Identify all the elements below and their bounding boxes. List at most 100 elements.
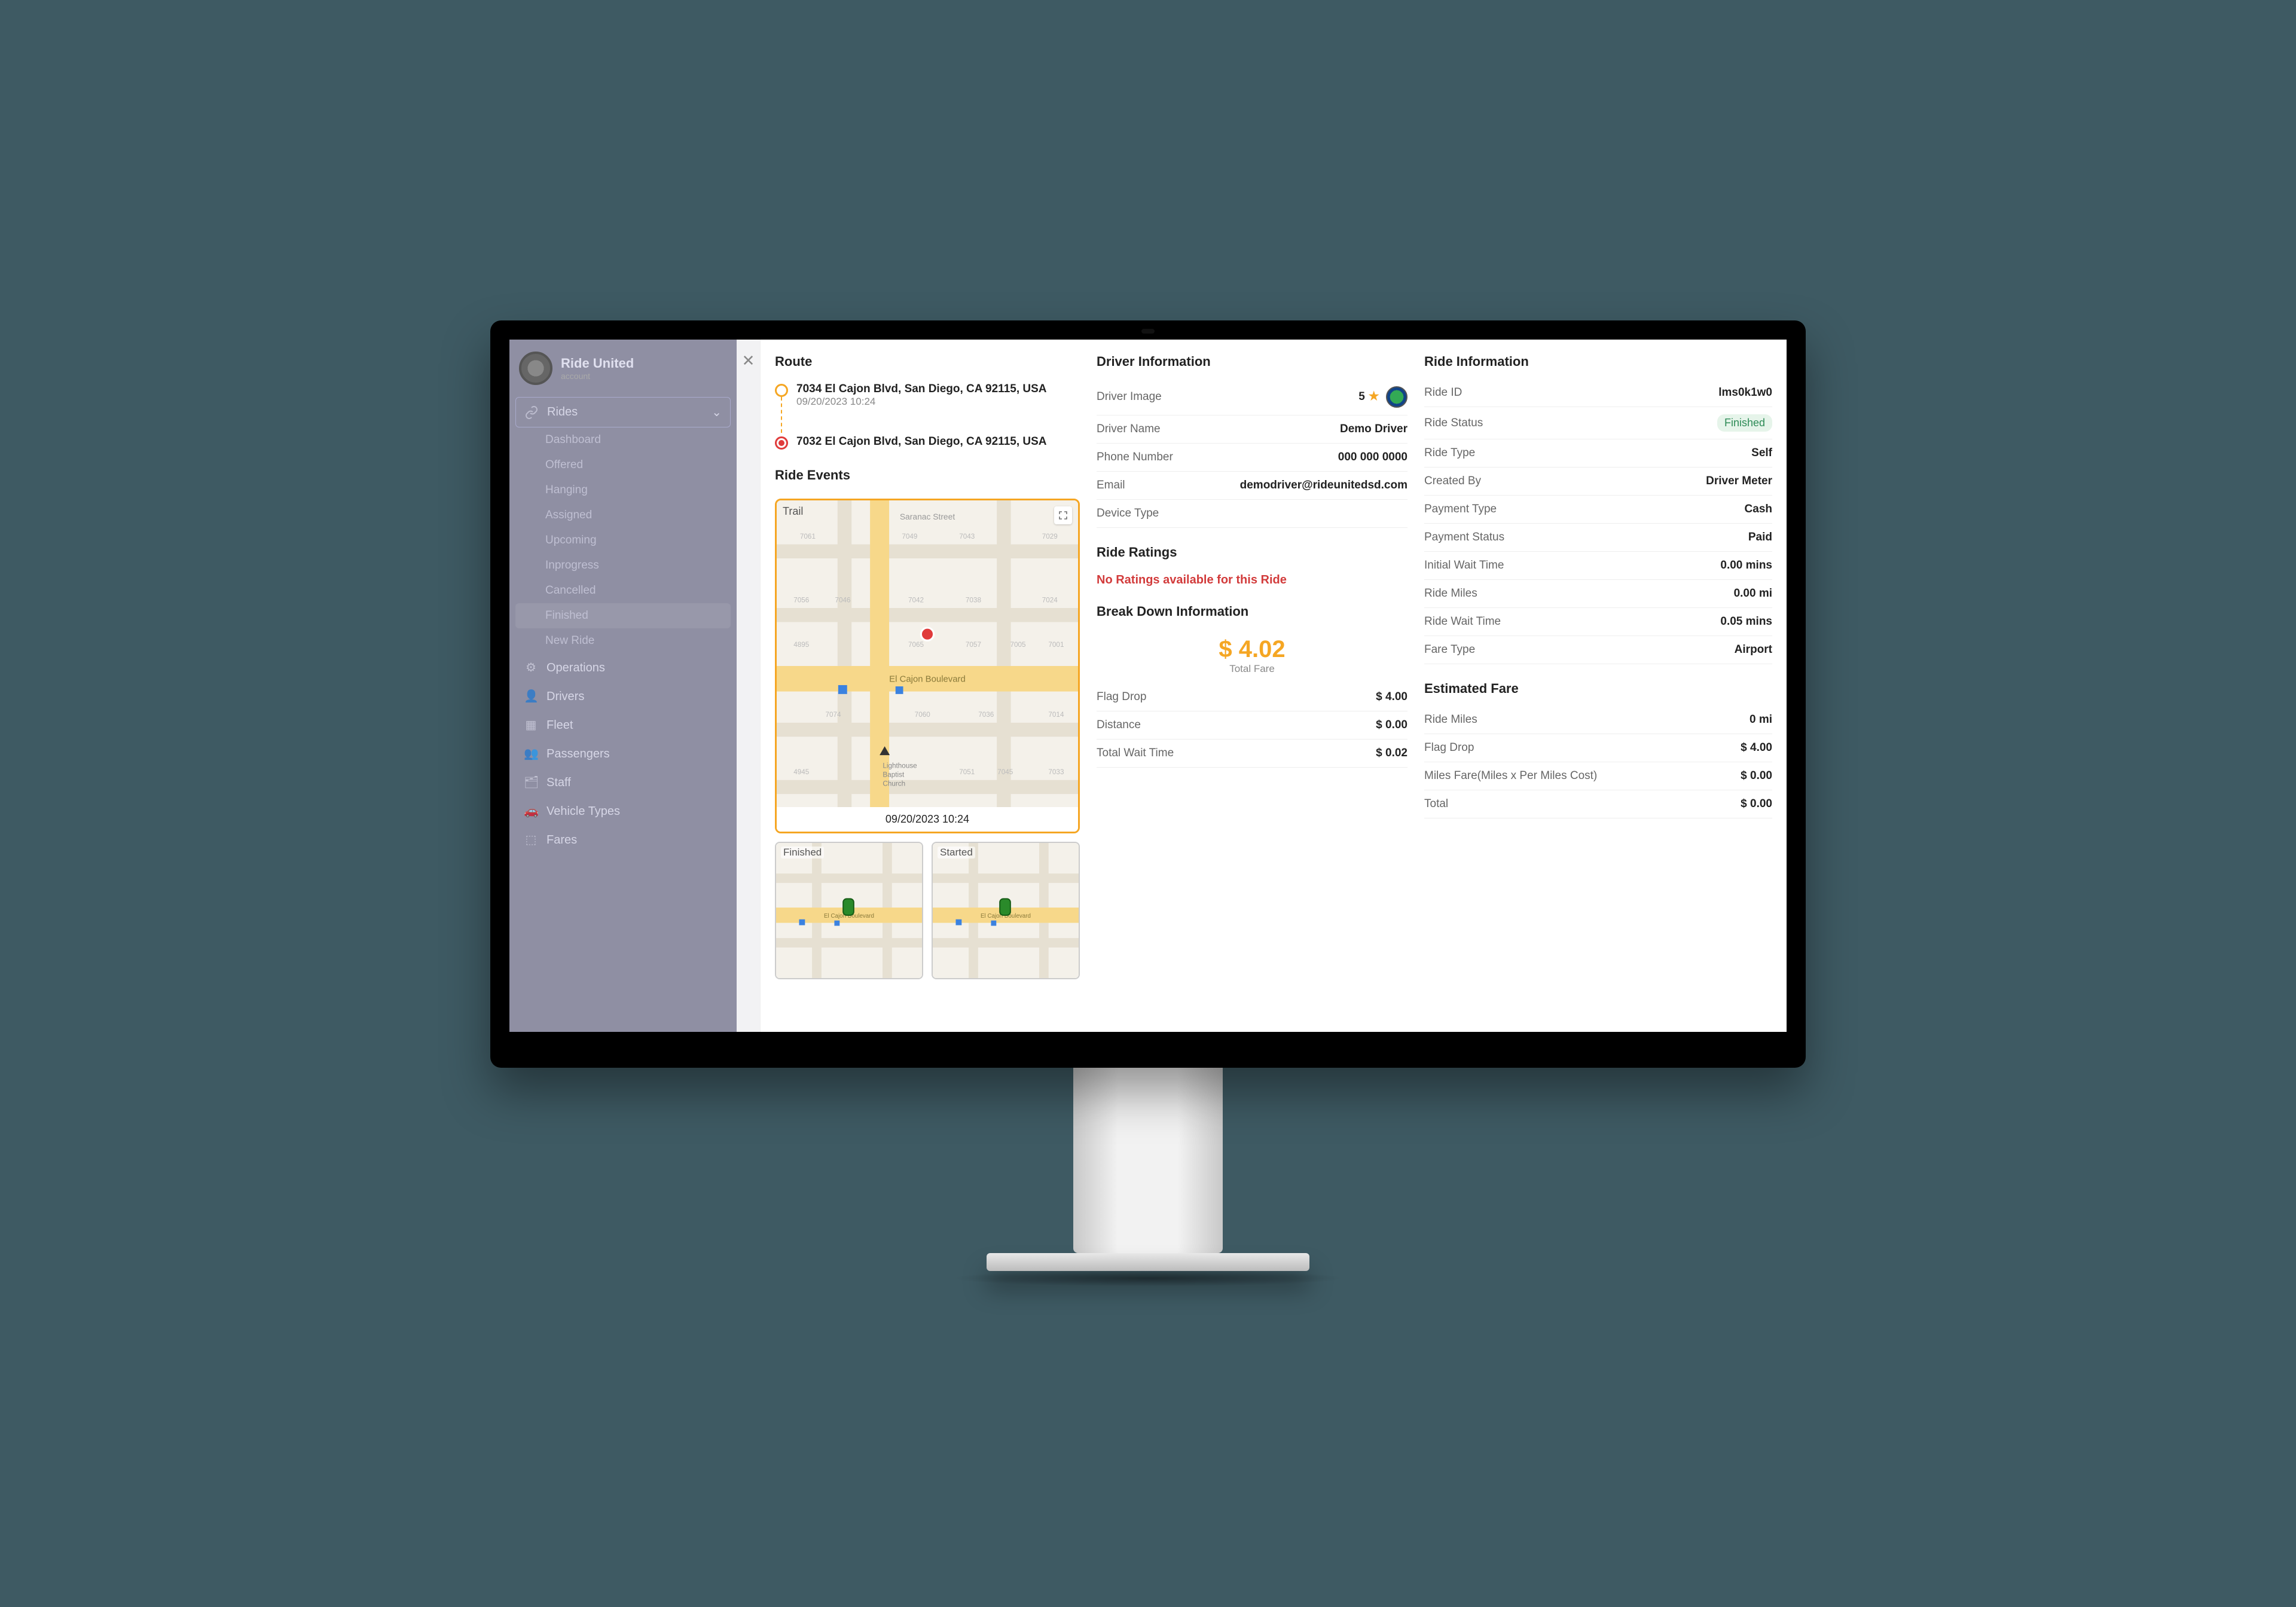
status-badge: Finished <box>1717 414 1772 432</box>
dropoff-address: 7032 El Cajon Blvd, San Diego, CA 92115,… <box>796 435 1047 448</box>
ride-info-row: Fare TypeAirport <box>1424 636 1772 664</box>
map-trail[interactable]: Trail <box>775 499 1080 833</box>
link-icon <box>524 405 539 420</box>
svg-text:7042: 7042 <box>908 596 924 604</box>
svg-text:7051: 7051 <box>959 768 975 776</box>
sidebar-item-label: Drivers <box>546 690 584 704</box>
detail-panel: Route 7034 El Cajon Blvd, San Diego, CA … <box>761 340 1787 1032</box>
star-icon: ★ <box>1369 390 1379 403</box>
ride-info-value: Self <box>1751 447 1772 460</box>
estimate-value: $ 0.00 <box>1741 769 1772 783</box>
sidebar-item-staff[interactable]: 🗂Staff <box>515 768 731 797</box>
svg-text:7014: 7014 <box>1048 711 1064 719</box>
driver-name-label: Driver Name <box>1097 423 1161 436</box>
driver-email-label: Email <box>1097 479 1125 492</box>
ride-info-value: Driver Meter <box>1706 475 1772 488</box>
driver-phone-label: Phone Number <box>1097 451 1173 464</box>
driver-image-value: 5★ <box>1358 386 1407 408</box>
driver-info-heading: Driver Information <box>1097 354 1407 369</box>
driver-name-row: Driver Name Demo Driver <box>1097 416 1407 444</box>
sidebar-item-label: Vehicle Types <box>546 805 620 818</box>
estimate-label: Ride Miles <box>1424 713 1477 726</box>
sidebar-item-fleet[interactable]: ▦Fleet <box>515 711 731 740</box>
vehicle-types-icon: 🚗 <box>524 804 538 818</box>
sidebar-bottom-items: ⚙Operations👤Drivers▦Fleet👥Passengers🗂Sta… <box>515 653 731 854</box>
mini-map-finished[interactable]: FinishedEl Cajon Boulevard <box>775 842 923 979</box>
mini-map-label: Finished <box>781 847 824 859</box>
panel-close-strip[interactable]: ✕ <box>737 340 761 1032</box>
pickup-address: 7034 El Cajon Blvd, San Diego, CA 92115,… <box>796 383 1047 396</box>
breakdown-heading: Break Down Information <box>1097 604 1407 619</box>
sidebar-sub-inprogress[interactable]: Inprogress <box>515 553 731 578</box>
svg-text:7061: 7061 <box>800 533 816 540</box>
svg-text:Church: Church <box>883 780 905 787</box>
svg-text:Lighthouse: Lighthouse <box>883 762 917 769</box>
sidebar-sub-assigned[interactable]: Assigned <box>515 503 731 528</box>
route-dropoff: 7032 El Cajon Blvd, San Diego, CA 92115,… <box>775 432 1080 453</box>
estimated-fare-heading: Estimated Fare <box>1424 681 1772 696</box>
sidebar-sub-offered[interactable]: Offered <box>515 453 731 478</box>
estimate-value: $ 0.00 <box>1741 798 1772 811</box>
driver-name-value: Demo Driver <box>1340 423 1407 436</box>
route-list: 7034 El Cajon Blvd, San Diego, CA 92115,… <box>775 379 1080 453</box>
ride-info-value: 0.00 mi <box>1734 587 1772 600</box>
app-screen: Ride United account Rides ⌄ DashboardOff… <box>509 340 1787 1032</box>
svg-text:7038: 7038 <box>966 596 981 604</box>
estimate-value: 0 mi <box>1750 713 1772 726</box>
ride-info-row: Ride StatusFinished <box>1424 407 1772 439</box>
sidebar-item-passengers[interactable]: 👥Passengers <box>515 740 731 768</box>
estimate-row: Flag Drop$ 4.00 <box>1424 734 1772 762</box>
sidebar-sub-upcoming[interactable]: Upcoming <box>515 528 731 553</box>
ride-info-value: 0.05 mins <box>1720 615 1772 628</box>
route-pickup: 7034 El Cajon Blvd, San Diego, CA 92115,… <box>775 379 1080 411</box>
breakdown-value: $ 4.00 <box>1376 691 1407 704</box>
svg-text:7049: 7049 <box>902 533 917 540</box>
sidebar-sub-new-ride[interactable]: New Ride <box>515 628 731 653</box>
dropoff-marker-icon <box>775 436 788 450</box>
staff-icon: 🗂 <box>524 775 538 790</box>
sidebar-item-rides[interactable]: Rides ⌄ <box>515 397 731 427</box>
route-heading: Route <box>775 354 1080 369</box>
ride-info-value: Cash <box>1745 503 1772 516</box>
ride-info-row: Payment Type Cash <box>1424 496 1772 524</box>
sidebar-sub-cancelled[interactable]: Cancelled <box>515 578 731 603</box>
estimate-label: Total <box>1424 798 1448 811</box>
close-icon: ✕ <box>742 352 755 1032</box>
svg-text:7045: 7045 <box>997 768 1013 776</box>
svg-text:7024: 7024 <box>1042 596 1058 604</box>
svg-text:7043: 7043 <box>959 533 975 540</box>
driver-email-value: demodriver@rideunitedsd.com <box>1240 479 1407 492</box>
expand-icon[interactable] <box>1054 506 1072 524</box>
brand-title: Ride United <box>561 356 634 371</box>
breakdown-row: Distance$ 0.00 <box>1097 711 1407 740</box>
ride-ratings-message: No Ratings available for this Ride <box>1097 573 1407 587</box>
breakdown-label: Total Wait Time <box>1097 747 1174 760</box>
operations-icon: ⚙ <box>524 661 538 675</box>
svg-text:7001: 7001 <box>1048 641 1064 649</box>
ride-info-value: 0.00 mins <box>1720 559 1772 572</box>
monitor-base <box>987 1253 1309 1271</box>
driver-phone-value: 000 000 0000 <box>1338 451 1407 464</box>
sidebar-rides-children: DashboardOfferedHangingAssignedUpcomingI… <box>515 427 731 653</box>
ride-info-row: Ride Miles0.00 mi <box>1424 580 1772 608</box>
svg-text:7029: 7029 <box>1042 533 1058 540</box>
monitor-bezel: Ride United account Rides ⌄ DashboardOff… <box>490 320 1806 1068</box>
sidebar-item-label: Passengers <box>546 747 610 761</box>
sidebar-sub-finished[interactable]: Finished <box>515 603 731 628</box>
sidebar-sub-dashboard[interactable]: Dashboard <box>515 427 731 453</box>
sidebar-sub-hanging[interactable]: Hanging <box>515 478 731 503</box>
sidebar-item-drivers[interactable]: 👤Drivers <box>515 682 731 711</box>
ride-info-label: Payment Type <box>1424 503 1497 516</box>
pickup-marker-icon <box>775 384 788 397</box>
ride-info-heading: Ride Information <box>1424 354 1772 369</box>
map-trail-time: 09/20/2023 10:24 <box>777 807 1078 832</box>
svg-text:7057: 7057 <box>966 641 981 649</box>
sidebar-item-operations[interactable]: ⚙Operations <box>515 653 731 682</box>
ride-info-label: Fare Type <box>1424 643 1475 656</box>
mini-map-started[interactable]: StartedEl Cajon Boulevard <box>932 842 1080 979</box>
sidebar-item-label: Fares <box>546 833 577 847</box>
breakdown-label: Flag Drop <box>1097 691 1146 704</box>
svg-text:7065: 7065 <box>908 641 924 649</box>
sidebar-item-fares[interactable]: ⬚Fares <box>515 826 731 854</box>
sidebar-item-vehicle-types[interactable]: 🚗 Vehicle Types <box>515 797 731 826</box>
